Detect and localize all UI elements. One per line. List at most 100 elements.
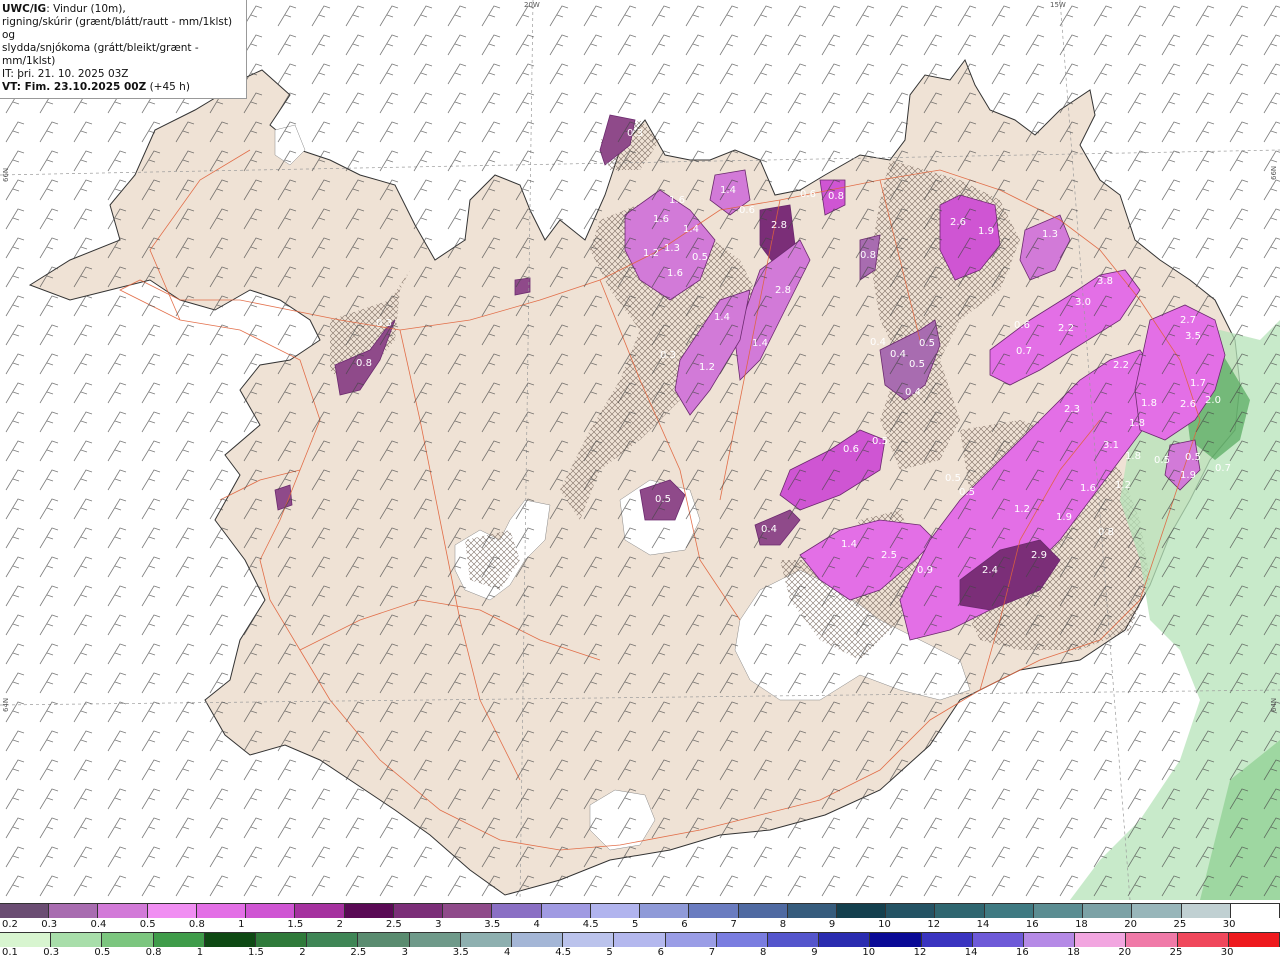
precip-value-label: 2.6: [950, 217, 966, 228]
scale-label: 10: [878, 919, 891, 930]
scale-label: 1.5: [287, 919, 304, 930]
scale-swatch: [1033, 904, 1084, 918]
scale-swatch: [256, 933, 308, 947]
scale-label: 3: [401, 947, 408, 958]
scale-label: 4.5: [582, 919, 599, 930]
scale-swatch: [98, 904, 148, 918]
precip-value-label: 3.1: [1103, 440, 1119, 451]
precip-value-label: 1.3: [1042, 229, 1058, 240]
scale-swatch: [393, 904, 444, 918]
scale-swatch: [51, 933, 103, 947]
precip-value-labels: 0.3 1.6 1.4 1.6 1.4 1.2 1.3 0.5 1.6 0.6 2.8 0.6 0.8 2…: [356, 128, 1231, 576]
scale-swatch: [102, 933, 154, 947]
scale-label: 2: [336, 919, 343, 930]
precip-value-label: 2.2: [1058, 323, 1074, 334]
scale-swatch: [409, 933, 461, 947]
scale-swatch: [1181, 904, 1231, 918]
precip-value-label: 0.5: [872, 436, 888, 447]
scale-label: 0.3: [41, 919, 58, 930]
precip-value-label: 1.2: [1115, 480, 1131, 491]
scale-swatch: [921, 933, 973, 947]
scale-label: 30: [1220, 947, 1234, 958]
precip-value-label: 2.8: [775, 285, 791, 296]
scale-label: 8: [779, 919, 787, 930]
precip-value-label: 1.6: [1080, 483, 1096, 494]
scale-label: 10: [862, 947, 876, 958]
precip-value-label: 0.4: [761, 524, 777, 535]
precip-value-label: 0.3: [376, 318, 392, 329]
scale-label: 25: [1169, 947, 1183, 958]
scale-label: 1.5: [248, 947, 264, 958]
precip-value-label: 0.5: [945, 473, 961, 484]
precip-value-label: 0.7: [1215, 463, 1231, 474]
precip-value-label: 1.4: [841, 539, 857, 550]
scale-swatch: [972, 933, 1025, 947]
precip-value-label: 1.2: [1014, 504, 1030, 515]
scale-label: 12: [927, 919, 941, 930]
scale-label: 0.8: [145, 947, 162, 958]
scale-label: 9: [811, 947, 818, 958]
scale-label: 4: [504, 947, 511, 958]
precip-value-label: 0.9: [917, 565, 933, 576]
scale-swatch: [1075, 933, 1127, 947]
scale-label: 1: [196, 947, 204, 958]
precip-value-label: 2.4: [982, 565, 998, 576]
precip-value-label: 0.7: [1016, 346, 1032, 357]
precip-value-label: 0.5: [1154, 455, 1170, 466]
scale-label: 12: [913, 947, 927, 958]
scale-label: 2: [299, 947, 306, 958]
scale-label: 0.3: [43, 947, 60, 958]
scale-swatch: [787, 904, 837, 918]
scale-swatch: [1177, 933, 1229, 947]
scale-label: 0.2: [2, 919, 18, 930]
precip-value-label: 1.8: [1129, 418, 1145, 429]
precip-value-label: 0.8: [1098, 527, 1114, 538]
scale-label: 14: [976, 919, 990, 930]
precip-value-label: 0.3: [660, 350, 676, 361]
precip-value-label: 0.5: [909, 359, 925, 370]
scale-label: 0.5: [139, 919, 156, 930]
scale-swatch: [1228, 933, 1280, 947]
precip-value-label: 0.8: [356, 358, 372, 369]
scale-swatch: [307, 933, 359, 947]
scale-label: 7: [730, 919, 737, 930]
precip-value-label: 1.7: [1190, 378, 1206, 389]
precip-value-label: 2.6: [1180, 399, 1196, 410]
scale-label: 25: [1173, 919, 1187, 930]
scale-label: 0.1: [2, 947, 18, 958]
snow-scale-labels: 0.2 0.3 0.4 0.5 0.8 1 1.5 2 2.5 3 3.5 4 4.5 5 6 7 8 9 10 12…: [0, 918, 1280, 932]
scale-label: 14: [964, 947, 978, 958]
precip-value-label: 0.6: [739, 205, 755, 216]
scale-swatch: [1132, 904, 1182, 918]
precip-value-label: 0.3: [627, 128, 643, 139]
scale-swatch: [443, 904, 493, 918]
precip-value-label: 2.5: [881, 550, 897, 561]
scale-label: 9: [828, 919, 836, 930]
scale-swatch: [563, 933, 615, 947]
scale-label: 5: [632, 919, 639, 930]
scale-swatch: [541, 904, 591, 918]
precip-value-label: 0.6: [1014, 320, 1030, 331]
precip-value-label: 0.5: [959, 487, 975, 498]
rain-color-scale: [0, 932, 1280, 947]
scale-label: 4.5: [555, 947, 572, 958]
precip-value-label: 1.9: [1180, 470, 1196, 481]
precip-value-label: 3.0: [1075, 297, 1091, 308]
scale-label: 3.5: [452, 947, 469, 958]
scale-swatch: [1230, 904, 1280, 918]
scale-swatch: [492, 904, 542, 918]
scale-swatch: [640, 904, 690, 918]
scale-swatch: [1126, 933, 1178, 947]
scale-swatch: [246, 904, 296, 918]
scale-label: 6: [681, 919, 688, 930]
rain-scale-labels: 0.1 0.3 0.5 0.8 1 1.5 2 2.5 3 3.5 4 4.5 5 6 7 8 9 10 12 14 1…: [0, 946, 1280, 960]
scale-swatch: [153, 933, 205, 947]
scale-label: 0.8: [188, 919, 205, 930]
precip-value-label: 1.4: [720, 185, 736, 196]
precip-value-label: 1.3: [664, 243, 680, 254]
precip-value-label: 1.2: [699, 362, 715, 373]
scale-label: 6: [657, 947, 664, 958]
scale-label: 1: [238, 919, 245, 930]
precip-value-label: 1.9: [978, 226, 994, 237]
scale-swatch: [460, 933, 513, 947]
